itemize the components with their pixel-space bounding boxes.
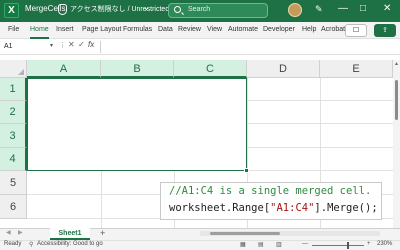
enter-entry-icon[interactable]: ✓ xyxy=(78,40,85,49)
sensitivity-label[interactable]: アクセス制限なし / Unrestricted xyxy=(70,4,169,14)
avatar[interactable] xyxy=(288,3,302,17)
search-box[interactable]: Search xyxy=(168,3,268,18)
select-all-corner[interactable] xyxy=(0,60,27,78)
name-box-chevron-icon[interactable]: ▾ xyxy=(50,42,53,49)
column-header-b[interactable]: B xyxy=(101,60,174,78)
more-options-icon[interactable]: ⋮ xyxy=(59,41,66,49)
formula-input[interactable] xyxy=(100,41,388,53)
tab-data[interactable]: Data xyxy=(158,26,173,33)
row-header-2[interactable]: 2 xyxy=(0,101,27,124)
tab-view[interactable]: View xyxy=(207,26,222,33)
row-header-6[interactable]: 6 xyxy=(0,195,27,219)
code-comment: //A1:C4 is a single merged cell. xyxy=(169,185,372,197)
excel-app-icon: X xyxy=(4,3,19,18)
maximize-button[interactable]: □ xyxy=(360,3,366,14)
close-button[interactable]: ✕ xyxy=(383,3,391,14)
fill-handle[interactable] xyxy=(244,168,249,173)
zoom-out-button[interactable]: — xyxy=(302,241,308,247)
status-ready: Ready xyxy=(4,241,22,247)
tab-formulas[interactable]: Formulas xyxy=(123,26,152,33)
zoom-slider-track[interactable] xyxy=(312,245,364,246)
row-header-4[interactable]: 4 xyxy=(0,148,27,171)
accessibility-status[interactable]: Accessibility: Good to go xyxy=(37,241,103,247)
zoom-slider-knob[interactable] xyxy=(347,242,349,249)
tab-page-layout[interactable]: Page Layout xyxy=(82,26,121,33)
code-text-before: worksheet.Range[ xyxy=(169,202,271,214)
comments-button[interactable]: ☐ xyxy=(345,24,367,37)
page-break-preview-icon[interactable]: ▥ xyxy=(276,241,282,248)
merged-cell-a1-c4[interactable] xyxy=(27,78,247,171)
search-icon xyxy=(174,6,181,13)
column-header-d[interactable]: D xyxy=(247,60,320,78)
title-bar: X MergeCells アクセス制限なし / Unrestricted ⌄ S… xyxy=(0,0,400,22)
accessibility-icon[interactable]: ⚲ xyxy=(29,241,33,248)
previous-sheet-icon[interactable]: ◀ xyxy=(6,229,11,236)
tab-help[interactable]: Help xyxy=(302,26,316,33)
vertical-scroll-thumb[interactable] xyxy=(395,80,398,120)
sheet-tab-sheet1[interactable]: Sheet1 xyxy=(50,228,90,240)
insert-function-icon[interactable]: fx xyxy=(88,40,94,49)
pen-icon[interactable]: ✎ xyxy=(315,4,323,15)
row-header-5[interactable]: 5 xyxy=(0,171,27,195)
tab-developer[interactable]: Developer xyxy=(263,26,295,33)
column-header-a[interactable]: A xyxy=(27,60,101,78)
column-header-c[interactable]: C xyxy=(174,60,247,78)
tab-insert[interactable]: Insert xyxy=(56,26,74,33)
scroll-up-icon[interactable]: ▲ xyxy=(394,61,399,67)
sensitivity-shield-icon[interactable] xyxy=(58,4,67,15)
code-text-after: ].Merge(); xyxy=(314,202,378,214)
zoom-in-button[interactable]: + xyxy=(367,241,371,247)
column-header-e[interactable]: E xyxy=(320,60,393,78)
code-string-literal: "A1:C4" xyxy=(270,202,315,214)
code-annotation: //A1:C4 is a single merged cell. workshe… xyxy=(160,182,382,220)
code-statement: worksheet.Range["A1:C4"].Merge(); xyxy=(169,200,381,217)
tab-acrobat[interactable]: Acrobat xyxy=(321,26,345,33)
row-header-1[interactable]: 1 xyxy=(0,78,27,101)
row-header-3[interactable]: 3 xyxy=(0,124,27,148)
normal-view-icon[interactable]: ▦ xyxy=(240,241,246,248)
tab-file[interactable]: File xyxy=(8,26,19,33)
zoom-level[interactable]: 230% xyxy=(377,241,392,247)
add-sheet-button[interactable]: + xyxy=(100,228,105,238)
chevron-down-icon[interactable]: ⌄ xyxy=(143,3,150,12)
next-sheet-icon[interactable]: ▶ xyxy=(18,229,23,236)
page-layout-view-icon[interactable]: ▤ xyxy=(258,241,264,248)
tab-home[interactable]: Home xyxy=(30,26,49,39)
cancel-entry-icon[interactable]: ✕ xyxy=(68,40,75,49)
name-box[interactable]: A1 xyxy=(2,41,50,53)
search-placeholder: Search xyxy=(188,6,211,13)
horizontal-scroll-thumb[interactable] xyxy=(210,232,280,235)
share-button[interactable]: ⇪ xyxy=(374,24,396,37)
tab-automate[interactable]: Automate xyxy=(228,26,258,33)
minimize-button[interactable]: — xyxy=(338,3,348,14)
tab-review[interactable]: Review xyxy=(178,26,201,33)
